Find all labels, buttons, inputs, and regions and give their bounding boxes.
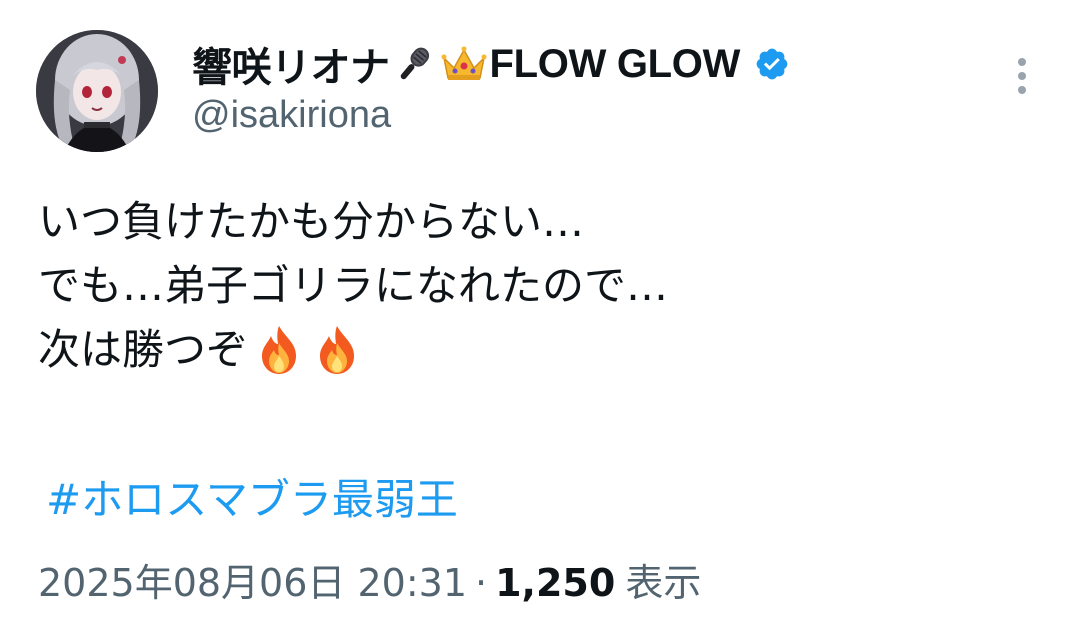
hashtag-link[interactable]: #ホロスマブラ最弱王 — [46, 466, 458, 527]
tweet-line-3: 次は勝つぞ — [38, 318, 668, 382]
views-label: 表示 — [625, 561, 702, 605]
microphone-emoji — [392, 42, 436, 86]
verified-badge-icon[interactable] — [754, 46, 790, 82]
views-count[interactable]: 1,250 — [495, 561, 615, 605]
fire-emoji — [310, 323, 364, 377]
avatar[interactable] — [36, 30, 158, 152]
fire-emoji — [252, 323, 306, 377]
tweet-timestamp[interactable]: 2025年08月06日 20:31 — [38, 552, 467, 607]
more-vertical-icon[interactable] — [1012, 58, 1032, 98]
author-display-name[interactable]: 響咲リオナ — [192, 35, 390, 93]
avatar-image — [36, 30, 158, 152]
meta-separator: · — [475, 561, 488, 605]
tweet-line-3-text: 次は勝つぞ — [38, 325, 249, 374]
tweet-line-1: いつ負けたかも分からない… — [38, 197, 585, 246]
crown-emoji — [440, 44, 488, 84]
tweet-text: いつ負けたかも分からない… でも…弟子ゴリラになれたので… 次は勝つぞ — [38, 190, 668, 382]
author-name-row[interactable]: 響咲リオナ FLOW GLOW — [192, 35, 790, 93]
tweet-line-2: でも…弟子ゴリラになれたので… — [38, 261, 669, 310]
author-brand[interactable]: FLOW GLOW — [490, 42, 741, 87]
tweet-meta: 2025年08月06日 20:31 · 1,250 表示 — [38, 552, 701, 607]
author-handle[interactable]: @isakiriona — [192, 94, 391, 137]
